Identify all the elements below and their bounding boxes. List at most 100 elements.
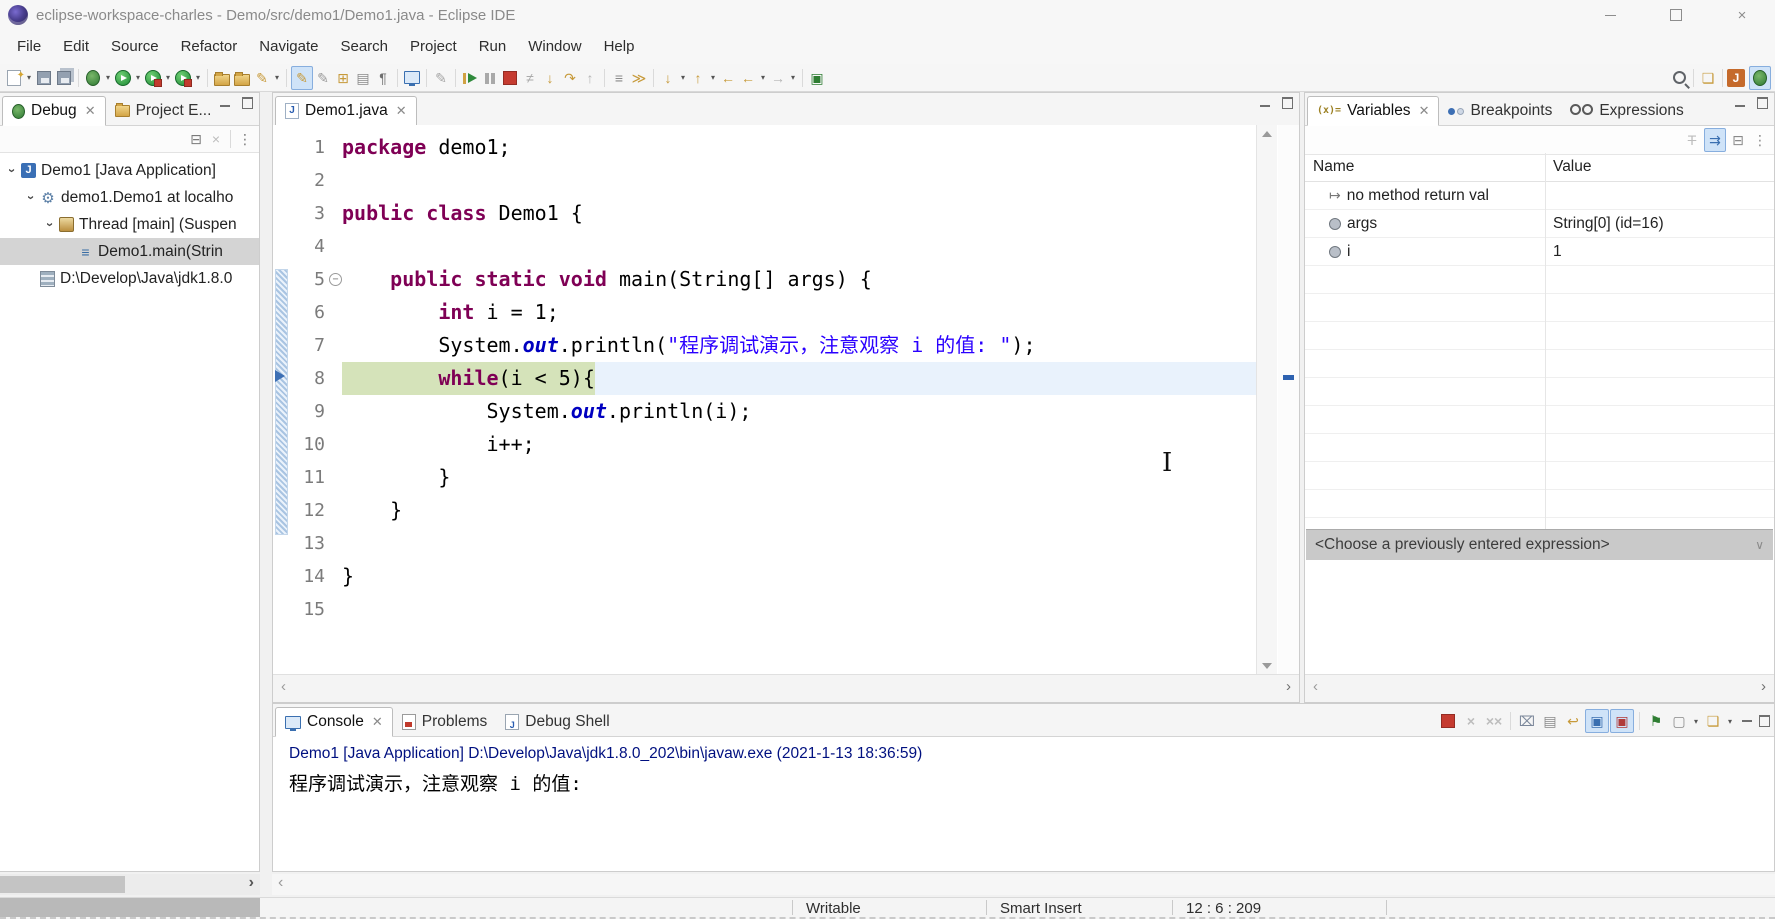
highlighter-dropdown-icon[interactable]: ▾ (272, 73, 282, 82)
code-line[interactable]: 10 i++; (273, 428, 1257, 461)
run-icon[interactable] (113, 67, 133, 89)
tree-item[interactable]: D:\Develop\Java\jdk1.8.0 (0, 265, 259, 292)
menu-edit[interactable]: Edit (52, 30, 100, 64)
menu-search[interactable]: Search (329, 30, 399, 64)
coverage-icon[interactable] (143, 67, 163, 89)
code-line[interactable]: 1package demo1; (273, 131, 1257, 164)
variables-scroll-right-icon[interactable]: › (1761, 678, 1766, 695)
menu-run[interactable]: Run (468, 30, 518, 64)
code-line[interactable]: 8 while(i < 5){ (273, 362, 1257, 395)
variables-view-menu-icon[interactable]: ⋮ (1750, 129, 1770, 151)
console-horizontal-scrollbar[interactable]: ‹ (272, 874, 1775, 895)
column-name[interactable]: Name (1305, 158, 1545, 176)
new-wizard-icon[interactable] (4, 67, 24, 89)
code-line[interactable]: 5 public static void main(String[] args)… (273, 263, 1257, 296)
scroll-down-icon[interactable] (1262, 663, 1272, 669)
next-annotation-dropdown-icon[interactable]: ▾ (678, 73, 688, 82)
code-line[interactable]: 11 } (273, 461, 1257, 494)
step-into-icon[interactable]: ↓ (540, 67, 560, 89)
tree-item[interactable]: ›⚙demo1.Demo1 at localho (0, 184, 259, 211)
forward-icon[interactable]: → (768, 67, 788, 89)
code-line[interactable]: 14} (273, 560, 1257, 593)
disconnect-icon[interactable]: ≠ (520, 67, 540, 89)
tab-project-explorer[interactable]: Project E... (106, 97, 221, 125)
debug-perspective-icon[interactable] (1749, 66, 1771, 90)
back-icon[interactable]: ← (718, 67, 738, 89)
tree-item[interactable]: ≡Demo1.main(Strin (0, 238, 259, 265)
step-return-icon[interactable]: ↑ (580, 67, 600, 89)
coverage-dropdown-icon[interactable]: ▾ (163, 73, 173, 82)
show-logical-structures-icon[interactable]: ⇉ (1704, 128, 1726, 152)
variable-row[interactable]: argsString[0] (id=16) (1305, 210, 1774, 238)
format-icon[interactable]: ▤ (353, 67, 373, 89)
collapse-all-icon[interactable]: ⊟ (186, 128, 206, 150)
maximize-editor-icon[interactable] (1282, 97, 1293, 109)
terminate-icon[interactable] (500, 67, 520, 89)
overview-ruler[interactable] (1278, 125, 1299, 675)
tree-item[interactable]: ›Thread [main] (Suspen (0, 211, 259, 238)
close-window-icon[interactable]: × (1709, 0, 1775, 30)
external-tools-icon[interactable] (173, 67, 193, 89)
pin-console-icon[interactable]: ⚑ (1645, 710, 1667, 732)
back-dropdown-icon[interactable]: ▾ (758, 73, 768, 82)
debug-view-horizontal-scrollbar[interactable]: › (0, 874, 260, 895)
code-line[interactable]: 4 (273, 230, 1257, 263)
current-line-marker[interactable] (1283, 375, 1294, 380)
open-perspective-icon[interactable]: ❏ (1698, 67, 1718, 89)
tab-problems[interactable]: Problems (393, 708, 496, 736)
menu-window[interactable]: Window (517, 30, 592, 64)
show-stderr-icon[interactable]: ▣ (1610, 709, 1634, 733)
remove-all-terminated-launches-icon[interactable]: ×× (1483, 710, 1505, 732)
fold-icon[interactable] (328, 263, 342, 296)
menu-project[interactable]: Project (399, 30, 468, 64)
close-editor-tab-icon[interactable]: ✕ (396, 103, 407, 119)
search-icon[interactable] (1669, 67, 1689, 89)
show-type-names-icon[interactable]: T (1682, 129, 1702, 151)
next-annotation-icon[interactable]: ↓ (658, 67, 678, 89)
tab-demo1-java[interactable]: J Demo1.java ✕ (275, 96, 417, 126)
scroll-lock-icon[interactable]: ▤ (1539, 710, 1561, 732)
menu-file[interactable]: File (6, 30, 52, 64)
minimize-console-icon[interactable] (1742, 720, 1752, 722)
back2-icon[interactable]: ← (738, 67, 758, 89)
pause-icon[interactable] (480, 67, 500, 89)
maximize-view-icon[interactable] (242, 97, 253, 109)
expression-combo[interactable]: <Choose a previously entered expression>… (1306, 529, 1773, 561)
minimize-view-icon[interactable] (220, 105, 230, 107)
previous-annotation-dropdown-icon[interactable]: ▾ (708, 73, 718, 82)
variable-row[interactable]: ↦no method return val (1305, 182, 1774, 210)
step-over-icon[interactable]: ↷ (560, 67, 580, 89)
display-console-icon[interactable]: ▢ (1668, 710, 1690, 732)
tab-console[interactable]: Console ✕ (275, 707, 393, 737)
tab-breakpoints[interactable]: Breakpoints (1439, 97, 1561, 125)
close-variables-tab-icon[interactable]: ✕ (1419, 103, 1430, 119)
tab-debug-shell[interactable]: Debug Shell (496, 708, 618, 736)
scroll-right-icon[interactable]: › (1286, 678, 1291, 695)
code-line[interactable]: 2 (273, 164, 1257, 197)
tab-debug[interactable]: Debug ✕ (2, 96, 106, 126)
code-line[interactable]: 13 (273, 527, 1257, 560)
previous-annotation-icon[interactable]: ↑ (688, 67, 708, 89)
java-perspective-icon[interactable]: J (1727, 69, 1745, 87)
open-console-toolbar-icon[interactable] (402, 67, 422, 89)
expander-icon[interactable]: › (43, 216, 58, 233)
code-line[interactable]: 7 System.out.println("程序调试演示，注意观察 i 的值: … (273, 329, 1257, 362)
link-editor-icon[interactable]: ✎ (431, 67, 451, 89)
variables-scroll-left-icon[interactable]: ‹ (1313, 678, 1318, 695)
minimize-editor-icon[interactable] (1260, 105, 1270, 107)
expander-icon[interactable]: › (5, 162, 20, 179)
scroll-left-icon[interactable]: ‹ (281, 678, 286, 695)
show-whitespace-icon[interactable]: ¶ (373, 67, 393, 89)
remove-all-terminated-icon[interactable]: × (206, 128, 226, 150)
editor-vertical-scrollbar[interactable] (1256, 125, 1277, 675)
save-icon[interactable] (34, 67, 54, 89)
paste-template-icon[interactable]: ⊞ (333, 67, 353, 89)
save-all-icon[interactable] (54, 67, 74, 89)
scroll-up-icon[interactable] (1262, 131, 1272, 137)
menu-navigate[interactable]: Navigate (248, 30, 329, 64)
import-icon[interactable] (232, 67, 252, 89)
code-line[interactable]: 15 (273, 593, 1257, 626)
column-value[interactable]: Value (1545, 158, 1774, 176)
external-tools-dropdown-icon[interactable]: ▾ (193, 73, 203, 82)
create-snippet-icon[interactable]: ✎ (313, 67, 333, 89)
